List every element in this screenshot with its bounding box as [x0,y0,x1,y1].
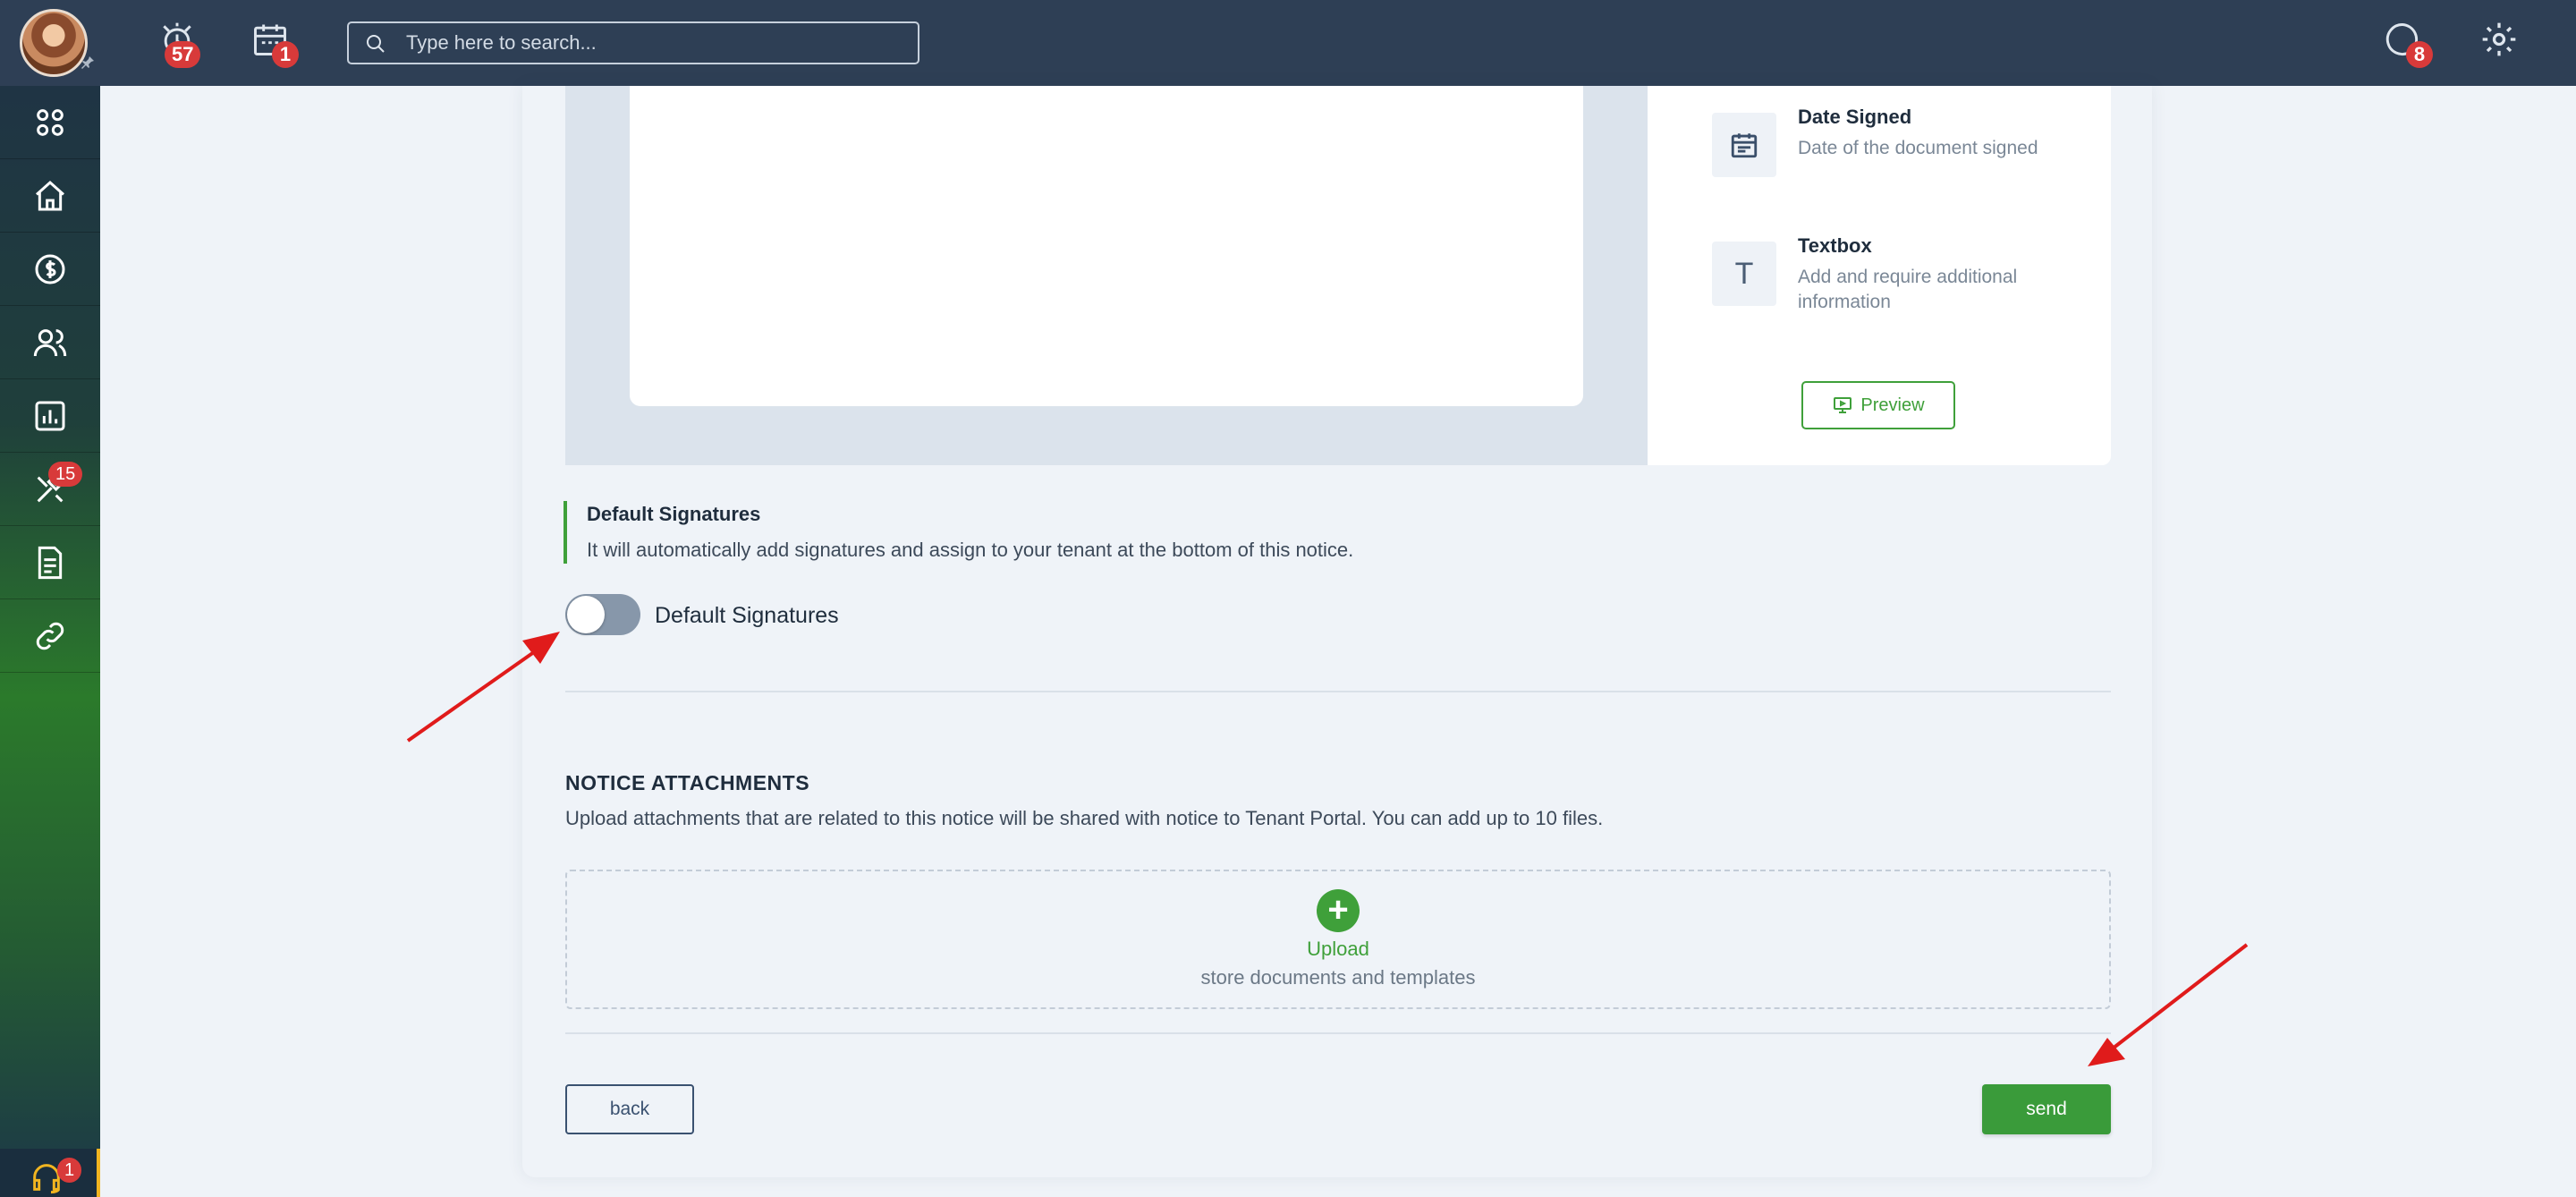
field-desc-date-signed: Date of the document signed [1798,138,2038,158]
document-page[interactable] [630,86,1583,406]
sidebar: 15 [0,86,100,1197]
default-signatures-desc: It will automatically add signatures and… [587,539,1354,561]
attachments-title: NOTICE ATTACHMENTS [565,771,810,794]
search-input[interactable] [406,23,907,63]
default-signatures-title: Default Signatures [587,503,761,525]
alarm-icon[interactable]: 57 [157,20,202,68]
upload-label[interactable]: Upload [1249,938,1428,961]
grid-icon [37,108,64,136]
document-icon [38,546,63,579]
preview-button[interactable]: Preview [1801,381,1955,429]
sidebar-item-documents[interactable] [0,526,100,599]
support-button[interactable]: 1 [0,1149,100,1197]
users-icon [33,328,67,356]
default-signatures-toggle-label: Default Signatures [655,603,839,628]
plus-icon[interactable]: + [1317,889,1360,932]
textbox-glyph: T [1734,256,1754,291]
sidebar-item-home[interactable] [0,159,100,233]
default-signatures-toggle[interactable] [565,594,640,635]
sidebar-item-reports[interactable] [0,379,100,453]
calendar-icon[interactable]: 1 [250,20,299,68]
chat-icon[interactable]: 8 [2383,20,2433,68]
preview-label: Preview [1860,395,1925,415]
sidebar-item-links[interactable] [0,599,100,673]
calendar-field-icon[interactable] [1712,113,1776,177]
field-title-date-signed: Date Signed [1798,106,1912,128]
sidebar-item-accounting[interactable] [0,233,100,306]
alarm-badge: 57 [165,41,201,68]
default-signatures-info: Default Signatures It will automatically… [564,501,1368,564]
sidebar-item-people[interactable] [0,306,100,379]
send-button[interactable]: send [1982,1084,2111,1134]
field-title-textbox: Textbox [1798,234,1872,257]
home-icon [36,180,64,210]
chart-icon [35,401,65,430]
user-avatar[interactable] [20,9,88,77]
back-button[interactable]: back [565,1084,694,1134]
gear-icon[interactable] [2479,20,2524,64]
sidebar-item-dashboard[interactable] [0,86,100,159]
textbox-icon[interactable]: T [1712,242,1776,306]
sidebar-item-maintenance[interactable]: 15 [0,453,100,526]
chat-badge: 8 [2406,41,2433,68]
field-desc-textbox: Add and require additional information [1798,267,2018,312]
maintenance-badge: 15 [48,462,83,487]
link-icon [36,622,64,649]
top-bar: 57 1 8 [0,0,2576,86]
monitor-icon [1834,397,1852,413]
attachments-desc: Upload attachments that are related to t… [565,807,1604,829]
calendar-badge: 1 [272,41,299,68]
dollar-icon [35,254,65,284]
search-box[interactable] [347,21,919,64]
pin-icon [80,55,97,72]
search-icon [367,35,385,53]
support-badge: 1 [57,1158,82,1183]
section-divider [565,691,2111,692]
upload-subtitle: store documents and templates [1200,966,1476,989]
toggle-knob [567,596,605,633]
footer-divider [565,1032,2111,1034]
